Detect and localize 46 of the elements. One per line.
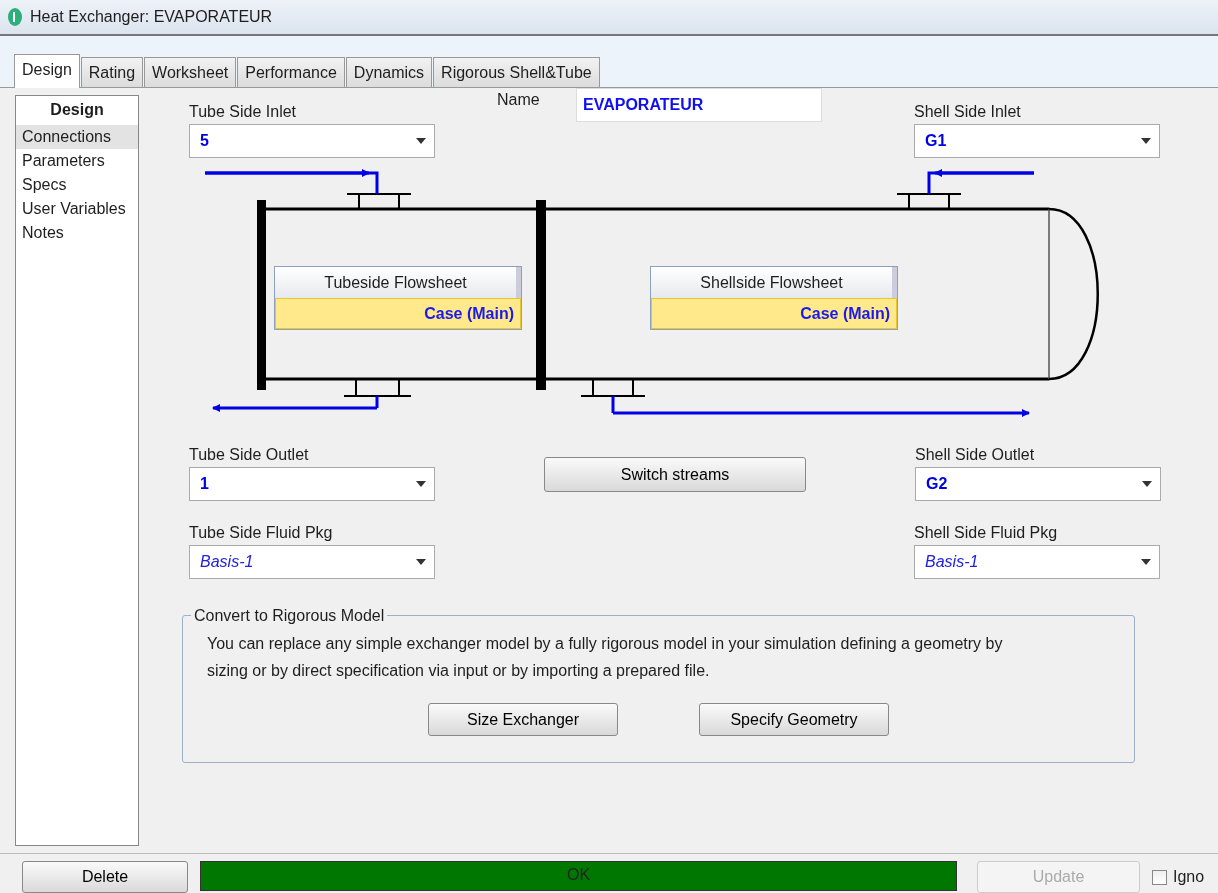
tab[interactable]: Design bbox=[14, 54, 80, 88]
flowsheet-case[interactable]: Case (Main) bbox=[651, 298, 897, 329]
checkbox-label: Igno bbox=[1173, 867, 1205, 887]
caret-icon bbox=[1142, 481, 1152, 487]
caret-icon bbox=[1141, 138, 1151, 144]
sidebar-header: Design bbox=[49, 100, 105, 120]
sidebar-item[interactable]: User Variables bbox=[16, 197, 138, 221]
status-bar: OK bbox=[200, 861, 957, 891]
field-label: Tube Side Inlet bbox=[189, 102, 298, 122]
dropdown[interactable]: G1 bbox=[914, 124, 1160, 158]
sidebar-item[interactable]: Notes bbox=[16, 221, 138, 245]
caret-icon bbox=[1141, 559, 1151, 565]
caret-icon bbox=[416, 559, 426, 565]
tab[interactable]: Performance bbox=[237, 57, 345, 87]
dropdown[interactable]: Basis-1 bbox=[914, 545, 1160, 579]
sidebar-item[interactable]: Specs bbox=[16, 173, 138, 197]
dropdown[interactable]: 1 bbox=[189, 467, 435, 501]
window-title: Heat Exchanger: EVAPORATEUR bbox=[30, 7, 273, 27]
flowsheet-header: Tubeside Flowsheet bbox=[275, 267, 521, 298]
sidebar-item[interactable]: Parameters bbox=[16, 149, 138, 173]
name-field[interactable]: EVAPORATEUR bbox=[576, 88, 822, 122]
checkbox[interactable] bbox=[1152, 869, 1167, 885]
field-label: Tube Side Outlet bbox=[189, 445, 310, 465]
dropdown[interactable]: Basis-1 bbox=[189, 545, 435, 579]
field-label: Name bbox=[497, 90, 541, 110]
app-icon bbox=[8, 8, 22, 26]
caret-icon bbox=[416, 138, 426, 144]
delete-button[interactable]: Delete bbox=[22, 861, 188, 893]
field-label: Tube Side Fluid Pkg bbox=[189, 523, 334, 543]
tab[interactable]: Dynamics bbox=[345, 57, 433, 87]
field-label: Shell Side Fluid Pkg bbox=[914, 523, 1059, 543]
caret-icon bbox=[416, 481, 426, 487]
field-label: Shell Side Inlet bbox=[914, 102, 1022, 122]
field-label: Shell Side Outlet bbox=[915, 445, 1036, 465]
sidebar-item[interactable]: Connections bbox=[16, 125, 138, 149]
tab[interactable]: Rating bbox=[80, 57, 144, 87]
description-text: You can replace any simple exchanger model by a fully rigorous model in your simulation defining a geometry by sizing or by direct specification via input or by importing a prepared file. bbox=[207, 634, 1004, 681]
switch-streams-button[interactable]: Switch streams bbox=[544, 457, 806, 492]
action-button[interactable]: Size Exchanger bbox=[428, 703, 618, 736]
flowsheet-header: Shellside Flowsheet bbox=[651, 267, 897, 298]
flowsheet-case[interactable]: Case (Main) bbox=[275, 298, 521, 329]
action-button[interactable]: Specify Geometry bbox=[699, 703, 889, 736]
tab[interactable]: Worksheet bbox=[144, 57, 237, 87]
tab[interactable]: Rigorous Shell&Tube bbox=[433, 57, 600, 87]
dropdown[interactable]: G2 bbox=[915, 467, 1161, 501]
dropdown[interactable]: 5 bbox=[189, 124, 435, 158]
